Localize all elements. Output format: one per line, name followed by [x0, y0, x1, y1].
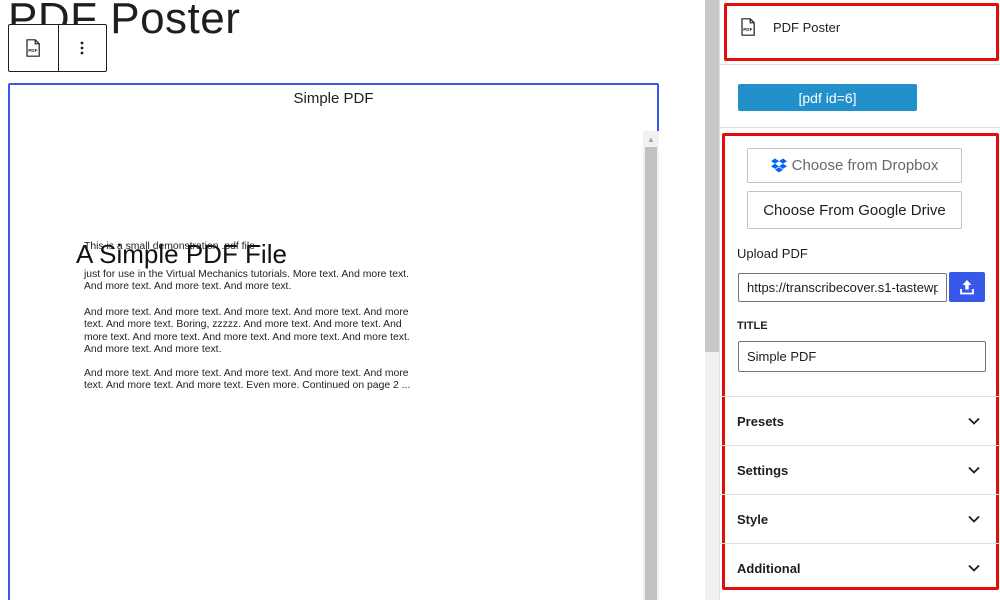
- block-card-name: PDF Poster: [773, 20, 841, 35]
- pdf-viewer-scrollbar[interactable]: ▲: [643, 131, 659, 600]
- chevron-down-icon: [968, 417, 980, 425]
- panel-presets[interactable]: Presets: [720, 396, 1000, 445]
- upload-pdf-label: Upload PDF: [737, 246, 808, 261]
- block-type-button[interactable]: PDF: [9, 25, 58, 71]
- block-settings-sidebar: PDF PDF Poster [pdf id=6] Choose from Dr…: [720, 0, 1000, 600]
- pdf-file-icon: PDF: [26, 39, 41, 57]
- editor-canvas: PDF Poster PDF Simple PDF A Simple PDF F…: [0, 0, 705, 600]
- pdf-document-paragraph: This is a small demonstration .pdf file …: [84, 241, 262, 252]
- block-toolbar: PDF: [8, 24, 107, 72]
- panel-additional[interactable]: Additional: [720, 543, 1000, 592]
- shortcode-button[interactable]: [pdf id=6]: [738, 84, 917, 111]
- chevron-down-icon: [968, 466, 980, 474]
- pdf-viewer-scroll-thumb[interactable]: [645, 147, 657, 600]
- svg-text:PDF: PDF: [28, 48, 37, 53]
- editor-scroll-thumb[interactable]: [705, 0, 719, 352]
- pdf-document-paragraph: And more text. And more text. And more t…: [84, 368, 411, 392]
- choose-from-google-drive-button[interactable]: Choose From Google Drive: [747, 191, 962, 229]
- chevron-down-icon: [968, 564, 980, 572]
- more-options-button[interactable]: [57, 25, 107, 71]
- choose-from-dropbox-button[interactable]: Choose from Dropbox: [747, 148, 962, 183]
- block-card: PDF PDF Poster: [720, 0, 1000, 64]
- upload-icon: [960, 280, 974, 295]
- divider: [720, 127, 1000, 128]
- scroll-up-arrow-icon[interactable]: ▲: [643, 131, 659, 147]
- pdf-document-paragraph: just for use in the Virtual Mechanics tu…: [84, 269, 409, 293]
- panel-label: Settings: [737, 462, 789, 478]
- svg-text:PDF: PDF: [743, 27, 752, 32]
- title-field-label: TITLE: [737, 320, 768, 332]
- dropbox-button-label: Choose from Dropbox: [791, 157, 939, 174]
- pdf-document-paragraph: And more text. And more text. And more t…: [84, 307, 410, 356]
- dropbox-icon: [770, 158, 787, 173]
- pdf-url-input[interactable]: [738, 273, 947, 302]
- panel-settings[interactable]: Settings: [720, 445, 1000, 494]
- upload-button[interactable]: [949, 272, 985, 302]
- title-input[interactable]: [738, 341, 986, 372]
- pdf-poster-block[interactable]: Simple PDF A Simple PDF File This is a s…: [8, 83, 659, 600]
- more-vertical-icon: [80, 41, 84, 55]
- panel-label: Style: [737, 511, 769, 527]
- panel-style[interactable]: Style: [720, 494, 1000, 543]
- pdf-viewer-page: A Simple PDF File This is a small demons…: [10, 131, 640, 600]
- panel-label: Presets: [737, 413, 784, 429]
- pdf-file-icon: PDF: [741, 18, 755, 36]
- panel-label: Additional: [737, 560, 801, 576]
- chevron-down-icon: [968, 515, 980, 523]
- google-drive-button-label: Choose From Google Drive: [763, 201, 946, 219]
- editor-scrollbar[interactable]: [705, 0, 719, 600]
- divider: [720, 64, 1000, 65]
- pdf-block-title: Simple PDF: [293, 90, 374, 107]
